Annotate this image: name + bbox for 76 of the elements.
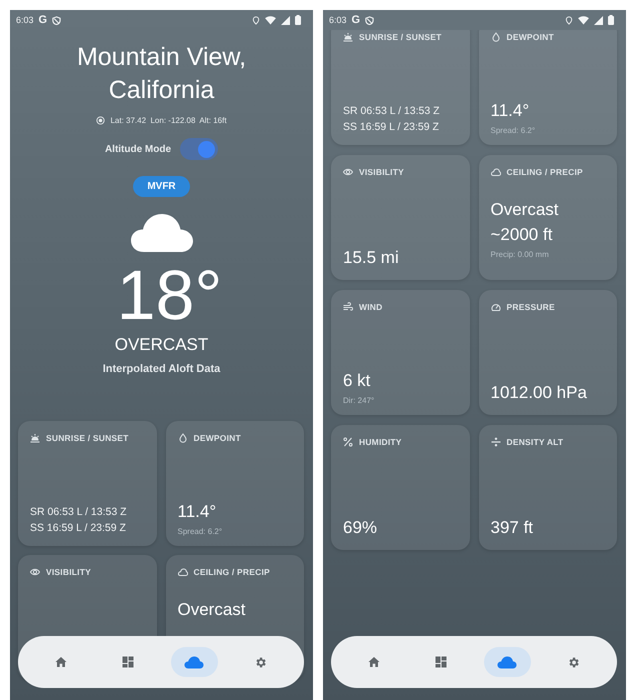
percent-icon — [343, 437, 353, 447]
settings-icon — [567, 656, 580, 668]
city-name: Mountain View, California — [76, 42, 248, 106]
nav-tab[interactable] — [170, 647, 218, 677]
weather-condition: OVERCAST — [114, 335, 208, 355]
status-time: 6:03 — [16, 15, 34, 25]
eye-icon — [30, 567, 40, 577]
sunrise-icon — [30, 433, 40, 443]
card-value: 69% — [343, 517, 378, 539]
cloud-icon — [184, 656, 204, 668]
sun-times: SS 16:59 L / 23:59 Z — [343, 120, 440, 135]
home-icon — [368, 656, 380, 668]
cloud-icon — [178, 567, 188, 577]
card-value: 397 ft — [490, 517, 534, 539]
card-value: 11.4° — [178, 501, 218, 523]
eye-icon — [343, 167, 353, 177]
card-value: ~2000 ft — [490, 224, 554, 246]
card-title: SUNRISE / SUNSET — [359, 32, 442, 42]
card-value: 15.5 mi — [343, 247, 400, 269]
signal-icon — [594, 16, 603, 24]
card-title: HUMIDITY — [359, 437, 402, 447]
carrier-logo: G — [38, 14, 48, 26]
shield-icon — [365, 16, 374, 24]
card-detail: Precip: 0.00 mm — [490, 250, 550, 259]
coordinates: Lat: 37.42 Lon: -122.08 Alt: 16ft — [110, 116, 227, 125]
carrier-logo: G — [352, 14, 360, 26]
home-icon — [55, 656, 68, 668]
sunrise-icon — [343, 32, 353, 42]
signal-icon — [281, 16, 290, 24]
wifi-icon — [265, 16, 276, 24]
card-title: SUNRISE / SUNSET — [46, 433, 129, 443]
card-title: WIND — [359, 302, 382, 312]
nav-tab[interactable] — [484, 647, 531, 677]
temperature: 18° — [116, 259, 222, 331]
card-value: 1012.00 hPa — [490, 382, 588, 404]
card-title: CEILING / PRECIP — [194, 567, 270, 577]
data-source: Interpolated Aloft Data — [102, 363, 220, 375]
card-value: 6 kt — [343, 370, 372, 392]
shield-icon — [52, 16, 62, 24]
card-detail: Spread: 6.2° — [178, 527, 224, 536]
card-title: DEWPOINT — [506, 32, 554, 42]
settings-icon — [254, 656, 268, 668]
wind-icon — [343, 302, 353, 312]
card-detail: Spread: 6.2° — [490, 126, 536, 135]
cloud-icon — [490, 167, 500, 177]
toggle-label: Altitude Mode — [104, 144, 172, 154]
card-title: PRESSURE — [506, 302, 555, 312]
card-value: Overcast — [490, 199, 560, 221]
cloud-icon — [497, 656, 518, 668]
battery-icon — [608, 15, 614, 25]
altitude-mode-switch[interactable] — [180, 138, 218, 160]
card-title: DEWPOINT — [194, 433, 241, 443]
sun-times: SS 16:59 L / 23:59 Z — [30, 521, 127, 536]
status-time: 6:03 — [329, 15, 347, 25]
card-value: 11.4° — [490, 100, 530, 122]
card-title: VISIBILITY — [46, 567, 91, 577]
card-title: DENSITY ALT — [506, 437, 564, 447]
location-pin-icon — [252, 16, 260, 24]
battery-icon — [295, 15, 301, 25]
card-title: CEILING / PRECIP — [506, 167, 583, 177]
droplet-icon — [178, 433, 188, 443]
sun-times: SR 06:53 L / 13:53 Z — [343, 104, 441, 119]
card-value: Overcast — [178, 599, 247, 621]
location-target-icon — [96, 116, 106, 125]
dashboard-icon — [122, 656, 134, 668]
cloud-icon — [130, 213, 194, 253]
sun-times: SR 06:53 L / 13:53 Z — [30, 505, 128, 520]
card-detail: Dir: 247° — [343, 396, 376, 405]
gauge-icon — [490, 302, 500, 312]
flight-category-badge: MVFR — [133, 176, 190, 197]
card-title: VISIBILITY — [359, 167, 404, 177]
divide-icon — [490, 437, 500, 447]
dashboard-icon — [434, 656, 447, 668]
droplet-icon — [490, 32, 500, 42]
location-pin-icon — [565, 16, 573, 24]
wifi-icon — [578, 16, 589, 24]
